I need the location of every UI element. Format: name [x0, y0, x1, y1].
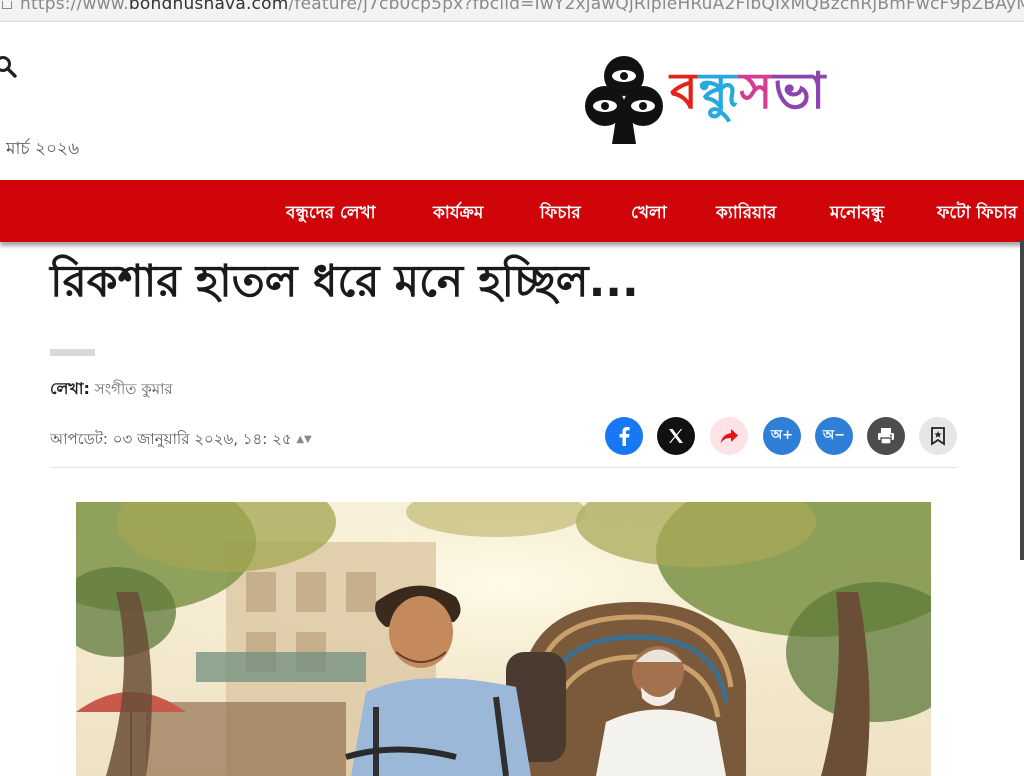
print-icon [878, 428, 894, 445]
logo-letter-1: ব [670, 62, 699, 120]
header-date: মার্চ ২০২৬ [6, 139, 80, 159]
nav-item-friends-writing[interactable]: বন্ধুদের লেখা [286, 200, 376, 228]
address-bar[interactable]: https://www.bondhushava.com/feature/j7cb… [0, 0, 1024, 22]
logo-letter-3: স [739, 62, 774, 120]
article-title: রিকশার হাতল ধরে মনে হচ্ছিল... [50, 256, 639, 307]
bookmark-button[interactable] [919, 417, 957, 455]
nav-item-mind-friend[interactable]: মনোবন্ধু [830, 200, 884, 228]
print-button[interactable] [867, 417, 905, 455]
font-decrease-icon: অ− [822, 427, 846, 443]
title-divider [50, 349, 95, 356]
share-icon [720, 429, 738, 444]
font-increase-button[interactable]: অ+ [763, 417, 801, 455]
share-button[interactable] [710, 417, 748, 455]
update-timestamp: আপডেট: ০৩ জানুয়ারি ২০২৬, ১৪: ২৫ ▲▼ [50, 428, 312, 453]
search-icon[interactable] [0, 55, 18, 79]
site-logo[interactable]: বন্ধুসভা [584, 52, 904, 147]
nav-item-career[interactable]: ক্যারিয়ার [716, 200, 776, 228]
url-text[interactable]: https://www.bondhushava.com/feature/j7cb… [20, 0, 1024, 14]
page-edge-shadow [1020, 240, 1024, 560]
main-nav: বন্ধুদের লেখা কার্যক্রম ফিচার খেলা ক্যার… [0, 180, 1024, 242]
rickshaw-illustration [76, 502, 931, 776]
club-eyes-emblem [585, 56, 663, 144]
sort-caret-icon[interactable]: ▲▼ [296, 434, 311, 445]
facebook-share-button[interactable] [605, 417, 643, 455]
font-increase-icon: অ+ [770, 427, 794, 443]
page-icon [2, 1, 12, 9]
nav-item-feature[interactable]: ফিচার [540, 200, 581, 228]
bookmark-icon [931, 427, 945, 446]
byline-label: লেখা: [50, 379, 90, 398]
logo-letter-4: ভা [773, 62, 827, 120]
facebook-icon [619, 427, 630, 446]
update-text: আপডেট: ০৩ জানুয়ারি ২০২৬, ১৪: ২৫ [50, 430, 292, 448]
nav-item-photo-feature[interactable]: ফটো ফিচার [937, 200, 1017, 228]
author-name[interactable]: সংগীত কুমার [95, 380, 173, 398]
meta-divider [50, 467, 957, 468]
nav-item-activities[interactable]: কার্যক্রম [433, 200, 483, 228]
font-decrease-button[interactable]: অ− [815, 417, 853, 455]
byline: লেখা: সংগীত কুমার [50, 376, 173, 403]
logo-letter-2: ন্ধু [698, 62, 740, 120]
x-share-button[interactable] [657, 417, 695, 455]
article-hero-image[interactable] [76, 502, 931, 776]
logo-wordmark: বন্ধুসভা [670, 54, 826, 137]
x-icon [669, 429, 683, 443]
nav-item-sports[interactable]: খেলা [631, 200, 667, 228]
